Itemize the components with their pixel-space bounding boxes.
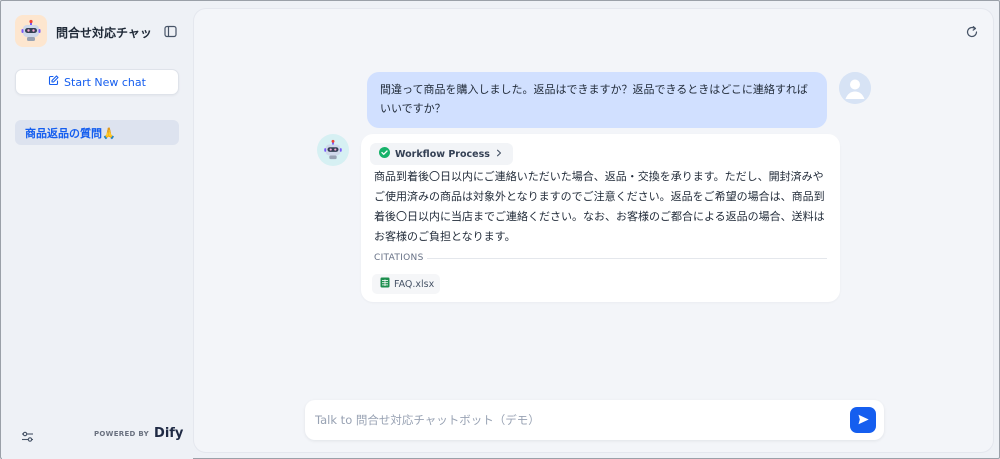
refresh-icon[interactable] <box>965 24 979 38</box>
citation-item[interactable]: FAQ.xlsx <box>372 274 441 294</box>
chat-input[interactable] <box>315 410 835 430</box>
workflow-process-label: Workflow Process <box>395 148 490 160</box>
start-new-chat-label: Start New chat <box>64 75 146 89</box>
user-message: 間違って商品を購入しました。返品はできますか？返品できるときはどこに連絡すればい… <box>367 72 827 128</box>
citations-label: CITATIONS <box>374 253 424 263</box>
chat-panel: 間違って商品を購入しました。返品はできますか？返品できるときはどこに連絡すればい… <box>194 9 993 452</box>
conversation-label: 商品返品の質問🙏 <box>25 126 116 140</box>
sidebar: 問合せ対応チャッ... Start New chat 商品返品の質問🙏 <box>2 2 193 459</box>
settings-sliders-icon[interactable] <box>21 428 35 442</box>
robot-icon <box>317 134 349 166</box>
chat-input-box <box>305 400 884 440</box>
sidebar-collapse-icon[interactable] <box>163 24 177 38</box>
edit-icon <box>48 75 59 89</box>
conversation-item[interactable]: 商品返品の質問🙏 <box>15 120 179 145</box>
check-circle-icon <box>379 147 390 161</box>
robot-icon <box>15 15 47 47</box>
bot-message: Workflow Process 商品到着後〇日以内にご連絡いただいた場合、返品… <box>361 134 840 302</box>
powered-by: POWERED BY Dify <box>94 426 183 441</box>
dify-logo: Dify <box>154 426 184 441</box>
citations-divider <box>427 258 827 259</box>
bot-message-text: 商品到着後〇日以内にご連絡いただいた場合、返品・交換を承ります。ただし、開封済み… <box>374 170 825 243</box>
powered-by-label: POWERED BY <box>94 429 150 438</box>
workflow-process-toggle[interactable]: Workflow Process <box>370 143 513 165</box>
send-button[interactable] <box>850 407 876 433</box>
start-new-chat-button[interactable]: Start New chat <box>15 69 179 95</box>
app-window: 問合せ対応チャッ... Start New chat 商品返品の質問🙏 <box>0 0 1000 459</box>
send-icon <box>857 411 870 430</box>
chevron-right-icon <box>495 149 503 160</box>
citation-filename: FAQ.xlsx <box>394 278 435 290</box>
user-icon <box>839 72 871 104</box>
app-title: 問合せ対応チャッ... <box>56 26 152 40</box>
spreadsheet-icon <box>380 277 390 291</box>
